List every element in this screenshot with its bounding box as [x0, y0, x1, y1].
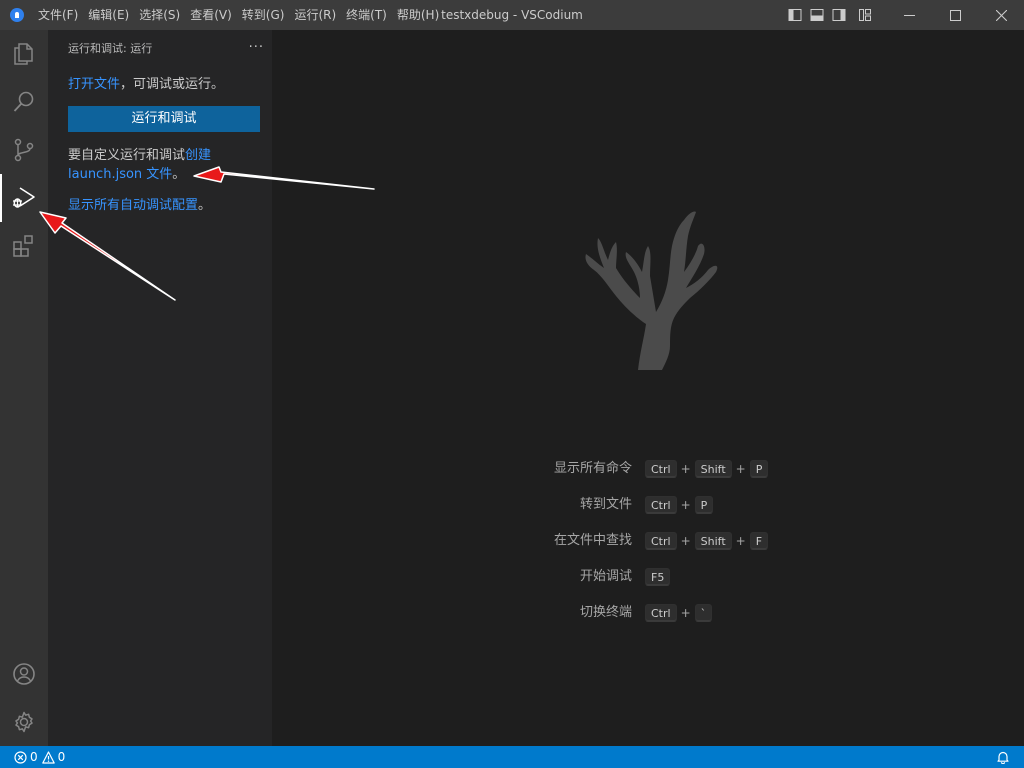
menu-help[interactable]: 帮助(H): [393, 0, 443, 30]
key-plus: +: [680, 462, 691, 476]
more-actions-button[interactable]: ···: [249, 40, 264, 55]
key-plus: +: [735, 534, 746, 548]
editor-area: 显示所有命令 Ctrl + Shift + P 转到文件 Ctrl + P 在文件中查找 C…: [272, 30, 1024, 746]
shortcut-keys: Ctrl + Shift + F: [645, 530, 769, 552]
status-bar: 0 0: [0, 746, 1024, 768]
menu-go[interactable]: 转到(G): [238, 0, 289, 30]
menu-view[interactable]: 查看(V): [186, 0, 236, 30]
sidebar-header: 运行和调试: 运行 ···: [48, 30, 272, 65]
shortcut-row: 转到文件 Ctrl + P: [272, 494, 1024, 516]
open-file-suffix: ，可调试或运行。: [120, 77, 225, 92]
menu-edit[interactable]: 编辑(E): [84, 0, 133, 30]
key-cap: P: [749, 460, 769, 478]
key-cap: Ctrl: [645, 496, 677, 514]
activity-accounts[interactable]: [0, 650, 48, 698]
shortcut-keys: Ctrl + Shift + P: [645, 458, 769, 480]
show-all-suffix: 。: [198, 198, 212, 213]
extensions-icon: [13, 235, 33, 257]
toggle-panel-button[interactable]: [806, 0, 828, 30]
error-icon: [14, 750, 27, 764]
activity-explorer[interactable]: [0, 30, 48, 78]
source-control-icon: [14, 138, 34, 162]
vscodium-logo-icon: [0, 0, 34, 30]
menu-selection[interactable]: 选择(S): [135, 0, 184, 30]
show-all-paragraph: 显示所有自动调试配置。: [68, 196, 260, 215]
key-plus: +: [680, 498, 691, 512]
shortcut-label: 显示所有命令: [553, 461, 632, 476]
run-debug-sidebar: 运行和调试: 运行 ··· 打开文件，可调试或运行。 运行和调试 要自定义运行和…: [48, 30, 272, 746]
menu-terminal[interactable]: 终端(T): [342, 0, 391, 30]
customize-prefix: 要自定义运行和调试: [68, 148, 186, 163]
close-icon: [995, 9, 1007, 21]
sidebar-right-icon: [832, 9, 846, 21]
maximize-icon: [949, 9, 961, 21]
activity-source-control[interactable]: [0, 126, 48, 174]
shortcut-keys: F5: [645, 566, 671, 588]
title-bar: 文件(F) 编辑(E) 选择(S) 查看(V) 转到(G) 运行(R) 终端(T…: [0, 0, 1024, 30]
error-count: 0: [30, 750, 38, 764]
panel-bottom-icon: [810, 9, 824, 21]
settings-gear-icon: [15, 711, 33, 733]
key-cap: F5: [645, 568, 671, 586]
maximize-button[interactable]: [932, 0, 978, 30]
menu-run[interactable]: 运行(R): [290, 0, 340, 30]
open-file-paragraph: 打开文件，可调试或运行。: [68, 75, 260, 94]
run-and-debug-button[interactable]: 运行和调试: [68, 106, 260, 132]
shortcut-label: 在文件中查找: [553, 533, 632, 548]
key-cap: `: [694, 604, 713, 622]
shortcut-label: 切换终端: [579, 605, 632, 620]
minimize-icon: [903, 14, 915, 16]
toggle-primary-sidebar-button[interactable]: [784, 0, 806, 30]
warning-icon: [41, 750, 55, 764]
shortcut-row: 切换终端 Ctrl + `: [272, 602, 1024, 624]
problems-status[interactable]: 0 0: [0, 746, 69, 768]
key-cap: F: [749, 532, 769, 550]
layout-icon: [859, 9, 871, 21]
key-plus: +: [680, 534, 691, 548]
activity-extensions[interactable]: [0, 222, 48, 270]
activity-run-debug[interactable]: [0, 174, 48, 222]
key-cap: Ctrl: [645, 604, 677, 622]
key-cap: Shift: [694, 460, 732, 478]
run-debug-icon: [13, 187, 35, 208]
warning-count: 0: [57, 750, 66, 764]
key-plus: +: [735, 462, 746, 476]
activity-search[interactable]: [0, 78, 48, 126]
key-cap: Ctrl: [645, 460, 677, 478]
key-cap: Shift: [694, 532, 732, 550]
sidebar-title: 运行和调试: 运行: [68, 41, 153, 55]
shortcut-label: 转到文件: [579, 497, 632, 512]
customize-suffix: 。: [172, 167, 186, 182]
minimize-button[interactable]: [886, 0, 932, 30]
key-plus: +: [680, 606, 691, 620]
shortcut-row: 显示所有命令 Ctrl + Shift + P: [272, 458, 1024, 480]
explorer-icon: [14, 43, 33, 65]
open-file-link[interactable]: 打开文件: [68, 77, 120, 92]
toggle-secondary-sidebar-button[interactable]: [828, 0, 850, 30]
customize-layout-button[interactable]: [854, 0, 876, 30]
activity-bar: [0, 30, 48, 746]
menu-file[interactable]: 文件(F): [34, 0, 82, 30]
shortcut-row: 开始调试 F5: [272, 566, 1024, 588]
activity-manage[interactable]: [0, 698, 48, 746]
shortcut-row: 在文件中查找 Ctrl + Shift + F: [272, 530, 1024, 552]
sidebar-welcome-content: 打开文件，可调试或运行。 运行和调试 要自定义运行和调试创建 launch.js…: [48, 65, 272, 215]
search-icon: [13, 91, 34, 112]
menu-bar: 文件(F) 编辑(E) 选择(S) 查看(V) 转到(G) 运行(R) 终端(T…: [34, 0, 443, 30]
sidebar-left-icon: [788, 9, 802, 21]
customize-paragraph: 要自定义运行和调试创建 launch.json 文件。: [68, 146, 260, 184]
notifications-bell-icon[interactable]: [996, 750, 1010, 764]
shortcut-label: 开始调试: [579, 569, 632, 584]
vscodium-coral-logo: [585, 211, 718, 370]
key-cap: Ctrl: [645, 532, 677, 550]
key-cap: P: [694, 496, 714, 514]
shortcut-keys: Ctrl + `: [645, 602, 713, 624]
account-icon: [13, 663, 35, 685]
close-button[interactable]: [978, 0, 1024, 30]
vscodium-window: 文件(F) 编辑(E) 选择(S) 查看(V) 转到(G) 运行(R) 终端(T…: [0, 0, 1024, 768]
show-all-configs-link[interactable]: 显示所有自动调试配置: [68, 198, 198, 213]
shortcut-keys: Ctrl + P: [645, 494, 714, 516]
